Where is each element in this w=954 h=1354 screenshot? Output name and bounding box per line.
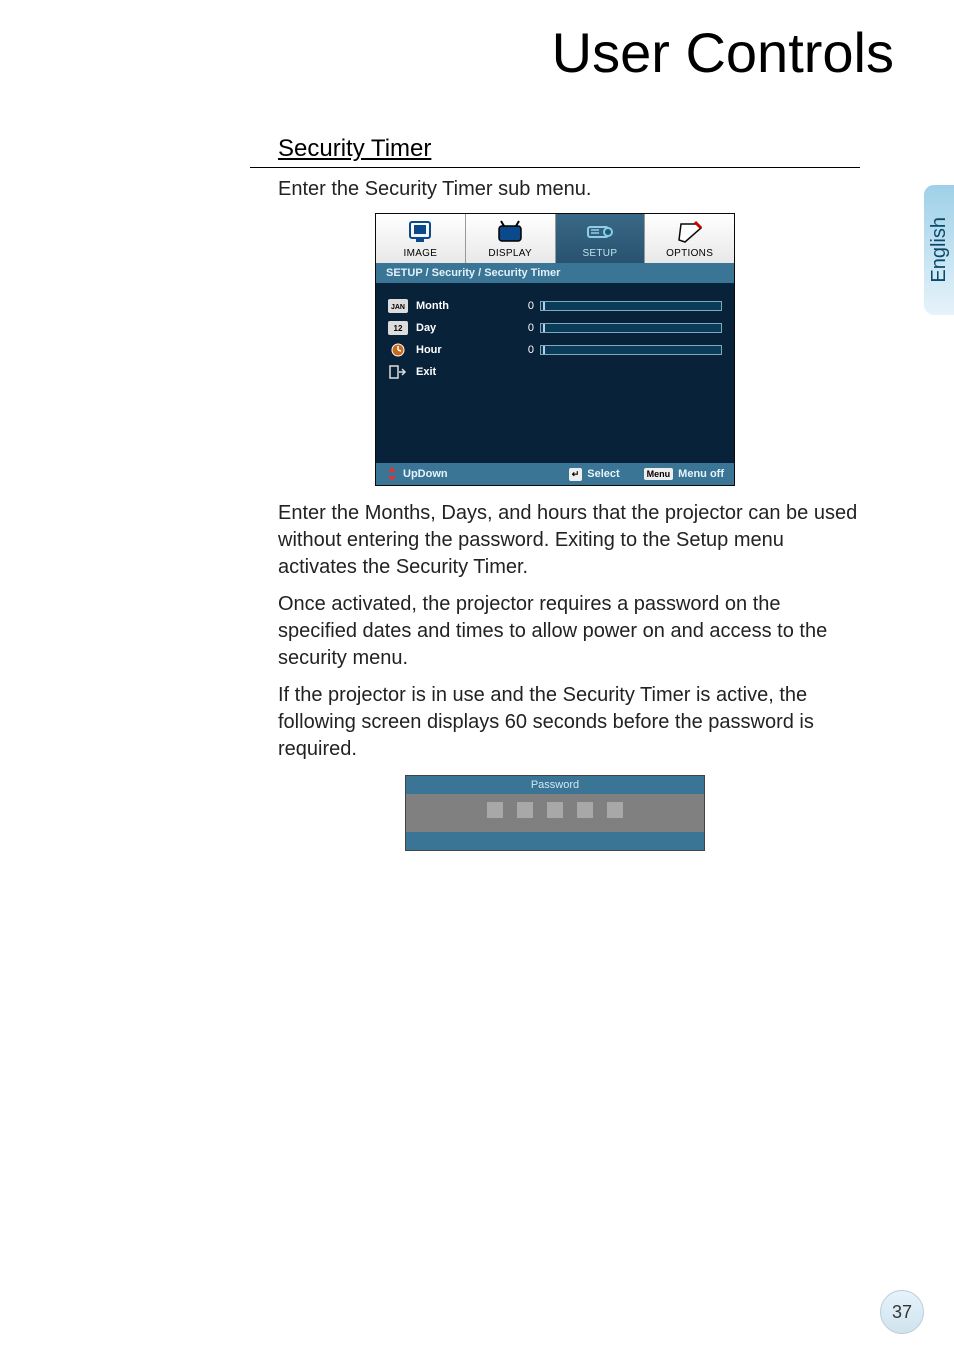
row-month-slider[interactable]: [540, 301, 722, 311]
password-cell[interactable]: [607, 802, 623, 818]
password-cell[interactable]: [487, 802, 503, 818]
tab-setup-label: SETUP: [582, 248, 617, 259]
tab-options[interactable]: OPTIONS: [645, 214, 734, 263]
row-day-value: 0: [506, 322, 534, 334]
tab-options-label: OPTIONS: [666, 248, 713, 259]
password-entry-row: [406, 794, 704, 832]
osd-breadcrumb: SETUP / Security / Security Timer: [376, 263, 734, 283]
exit-icon: [388, 365, 408, 379]
subheading-rule: Security Timer: [250, 135, 860, 168]
row-day-label: Day: [416, 322, 506, 334]
osd-body: JAN Month 0 12 Day 0 Hour 0 Exit: [376, 283, 734, 463]
row-hour[interactable]: Hour 0: [388, 341, 722, 359]
updown-arrows-icon: [386, 467, 398, 481]
footer-updown: UpDown: [386, 467, 448, 481]
password-panel: Password: [405, 775, 705, 851]
language-label: English: [928, 217, 951, 283]
paragraph-3: If the projector is in use and the Secur…: [278, 682, 860, 763]
page-number: 37: [880, 1290, 924, 1334]
clock-icon: [388, 343, 408, 357]
password-title: Password: [406, 776, 704, 794]
password-cell[interactable]: [517, 802, 533, 818]
calendar-month-icon: JAN: [388, 299, 408, 313]
svg-text:JAN: JAN: [391, 304, 405, 311]
tab-display-label: DISPLAY: [488, 248, 532, 259]
tab-image-label: IMAGE: [404, 248, 438, 259]
row-hour-label: Hour: [416, 344, 506, 356]
osd-menu: IMAGE DISPLAY SETUP OPTIONS SETUP / Secu…: [375, 213, 735, 486]
svg-text:12: 12: [394, 324, 403, 333]
row-month[interactable]: JAN Month 0: [388, 297, 722, 315]
password-cell[interactable]: [577, 802, 593, 818]
row-day-slider[interactable]: [540, 323, 722, 333]
row-hour-value: 0: [506, 344, 534, 356]
paragraph-2: Once activated, the projector requires a…: [278, 591, 860, 672]
tab-display[interactable]: DISPLAY: [466, 214, 556, 263]
tab-setup[interactable]: SETUP: [556, 214, 646, 263]
content-area: Security Timer Enter the Security Timer …: [250, 135, 860, 863]
tv-icon: [495, 220, 525, 244]
password-footer: [406, 832, 704, 850]
footer-menuoff: Menu Menu off: [644, 468, 724, 480]
row-hour-slider[interactable]: [540, 345, 722, 355]
calendar-day-icon: 12: [388, 321, 408, 335]
row-exit[interactable]: Exit: [388, 363, 722, 381]
monitor-icon: [405, 220, 435, 244]
osd-footer: UpDown ↵ Select Menu Menu off: [376, 463, 734, 485]
subheading: Security Timer: [278, 135, 860, 163]
osd-tab-bar: IMAGE DISPLAY SETUP OPTIONS: [376, 214, 734, 263]
projector-icon: [585, 220, 615, 244]
row-day[interactable]: 12 Day 0: [388, 319, 722, 337]
intro-text: Enter the Security Timer sub menu.: [278, 176, 860, 203]
row-month-label: Month: [416, 300, 506, 312]
language-tab: English: [924, 185, 954, 315]
paragraph-1: Enter the Months, Days, and hours that t…: [278, 500, 860, 581]
row-exit-label: Exit: [416, 366, 506, 378]
footer-select: ↵ Select: [569, 468, 620, 481]
notepad-icon: [675, 220, 705, 244]
page-title: User Controls: [552, 20, 894, 85]
password-cell[interactable]: [547, 802, 563, 818]
tab-image[interactable]: IMAGE: [376, 214, 466, 263]
row-month-value: 0: [506, 300, 534, 312]
menu-key-icon: Menu: [644, 468, 674, 480]
enter-key-icon: ↵: [569, 468, 583, 481]
